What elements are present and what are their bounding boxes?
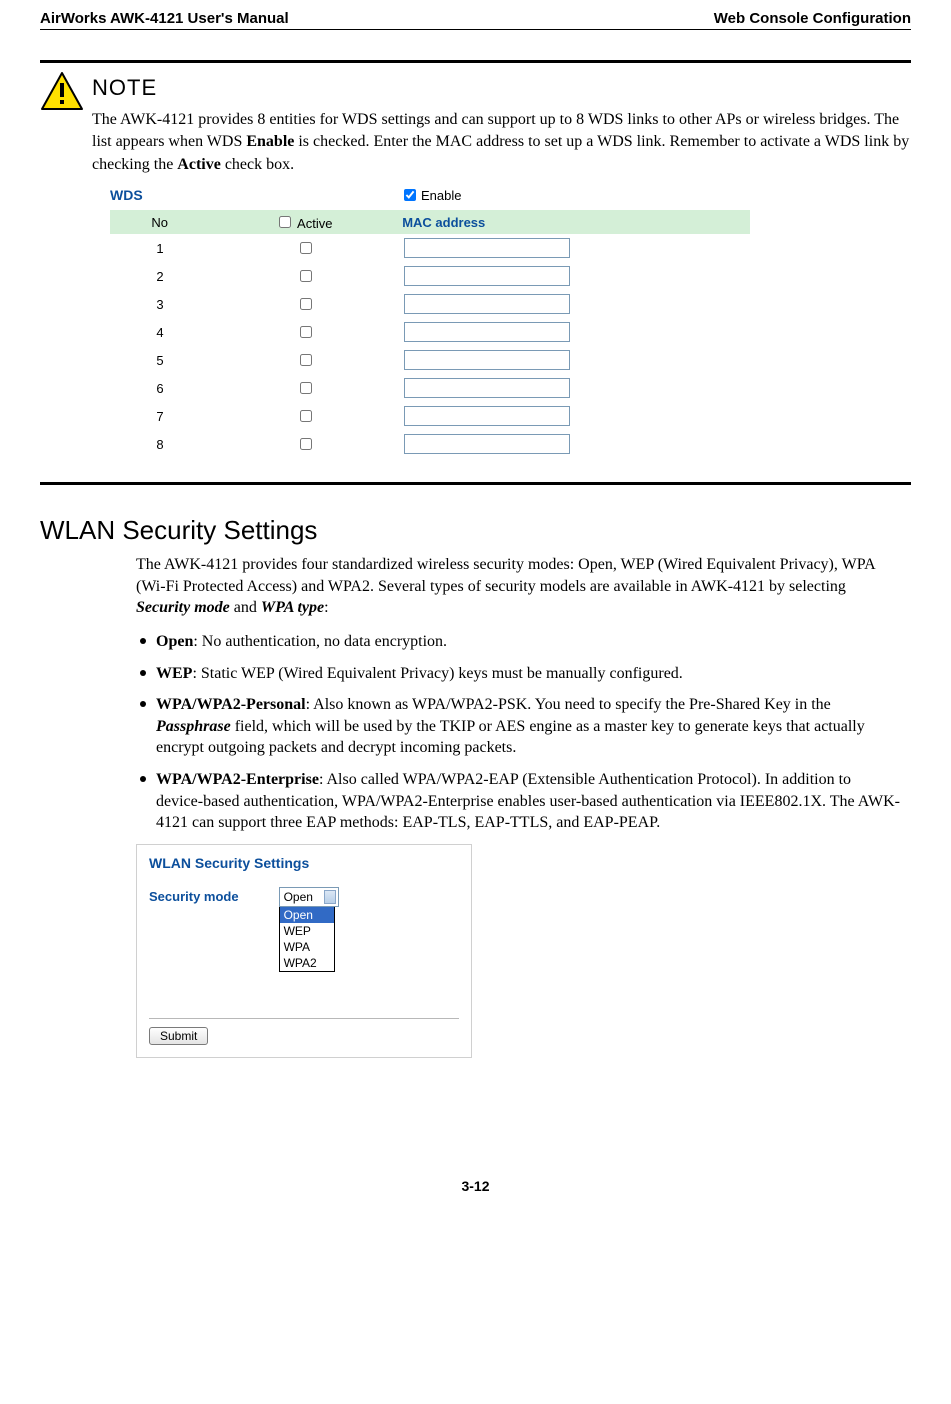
row-active-checkbox[interactable]	[300, 242, 312, 254]
row-no: 7	[110, 409, 210, 424]
wlan-security-screenshot: WLAN Security Settings Security mode Ope…	[136, 844, 472, 1058]
row-active-checkbox[interactable]	[300, 298, 312, 310]
page-header: AirWorks AWK-4121 User's Manual Web Cons…	[40, 10, 911, 30]
row-active-checkbox[interactable]	[300, 270, 312, 282]
dropdown-option[interactable]: WEP	[280, 923, 334, 939]
row-active-checkbox[interactable]	[300, 410, 312, 422]
table-row: 4	[110, 318, 911, 346]
mac-address-input[interactable]	[404, 294, 570, 314]
dropdown-list: Open WEP WPA WPA2	[279, 906, 335, 972]
dropdown-option[interactable]: WPA2	[280, 955, 334, 971]
col-active: Active	[209, 213, 398, 231]
row-no: 8	[110, 437, 210, 452]
bullet-list: Open: No authentication, no data encrypt…	[136, 631, 901, 834]
mac-address-input[interactable]	[404, 266, 570, 286]
mac-address-input[interactable]	[404, 378, 570, 398]
wds-table: WDS Enable No Active MAC address 1	[110, 186, 911, 458]
warning-icon	[40, 71, 84, 111]
row-active-checkbox[interactable]	[300, 438, 312, 450]
dropdown-option[interactable]: Open	[280, 907, 334, 923]
col-mac: MAC address	[398, 215, 750, 230]
wds-column-header: No Active MAC address	[110, 210, 750, 234]
table-row: 8	[110, 430, 911, 458]
rule-top-thick	[40, 60, 911, 63]
submit-button[interactable]: Submit	[149, 1027, 208, 1045]
section-heading: WLAN Security Settings	[40, 515, 911, 546]
note-title: NOTE	[92, 75, 911, 101]
wds-heading: WDS	[110, 187, 400, 203]
mac-address-input[interactable]	[404, 350, 570, 370]
col-no: No	[110, 215, 209, 230]
row-no: 2	[110, 269, 210, 284]
row-no: 1	[110, 241, 210, 256]
row-active-checkbox[interactable]	[300, 354, 312, 366]
intro-paragraph: The AWK-4121 provides four standardized …	[136, 554, 901, 619]
table-row: 7	[110, 402, 911, 430]
list-item: WPA/WPA2-Enterprise: Also called WPA/WPA…	[136, 769, 901, 834]
row-active-checkbox[interactable]	[300, 382, 312, 394]
dropdown-option[interactable]: WPA	[280, 939, 334, 955]
active-master-checkbox[interactable]	[279, 216, 291, 228]
row-active-checkbox[interactable]	[300, 326, 312, 338]
wds-enable-label: Enable	[421, 188, 461, 203]
mac-address-input[interactable]	[404, 406, 570, 426]
note-paragraph: The AWK-4121 provides 8 entities for WDS…	[92, 109, 911, 176]
note-block: NOTE The AWK-4121 provides 8 entities fo…	[40, 71, 911, 468]
security-mode-dropdown[interactable]: Open Open WEP WPA WPA2	[279, 887, 339, 972]
ss-title: WLAN Security Settings	[149, 855, 459, 871]
list-item: WPA/WPA2-Personal: Also known as WPA/WPA…	[136, 694, 901, 759]
rule-bottom-thick	[40, 482, 911, 485]
mac-address-input[interactable]	[404, 434, 570, 454]
chevron-down-icon	[327, 895, 333, 899]
table-row: 5	[110, 346, 911, 374]
list-item: Open: No authentication, no data encrypt…	[136, 631, 901, 653]
ss-security-mode-label: Security mode	[149, 889, 239, 904]
table-row: 2	[110, 262, 911, 290]
ss-divider	[149, 1018, 459, 1019]
list-item: WEP: Static WEP (Wired Equivalent Privac…	[136, 663, 901, 685]
mac-address-input[interactable]	[404, 322, 570, 342]
row-no: 3	[110, 297, 210, 312]
table-row: 6	[110, 374, 911, 402]
row-no: 5	[110, 353, 210, 368]
table-row: 3	[110, 290, 911, 318]
dropdown-selected[interactable]: Open	[279, 887, 339, 907]
wds-enable-checkbox[interactable]	[404, 189, 416, 201]
header-left: AirWorks AWK-4121 User's Manual	[40, 10, 289, 27]
page-number: 3-12	[40, 1178, 911, 1194]
header-right: Web Console Configuration	[714, 10, 911, 27]
row-no: 4	[110, 325, 210, 340]
table-row: 1	[110, 234, 911, 262]
mac-address-input[interactable]	[404, 238, 570, 258]
row-no: 6	[110, 381, 210, 396]
